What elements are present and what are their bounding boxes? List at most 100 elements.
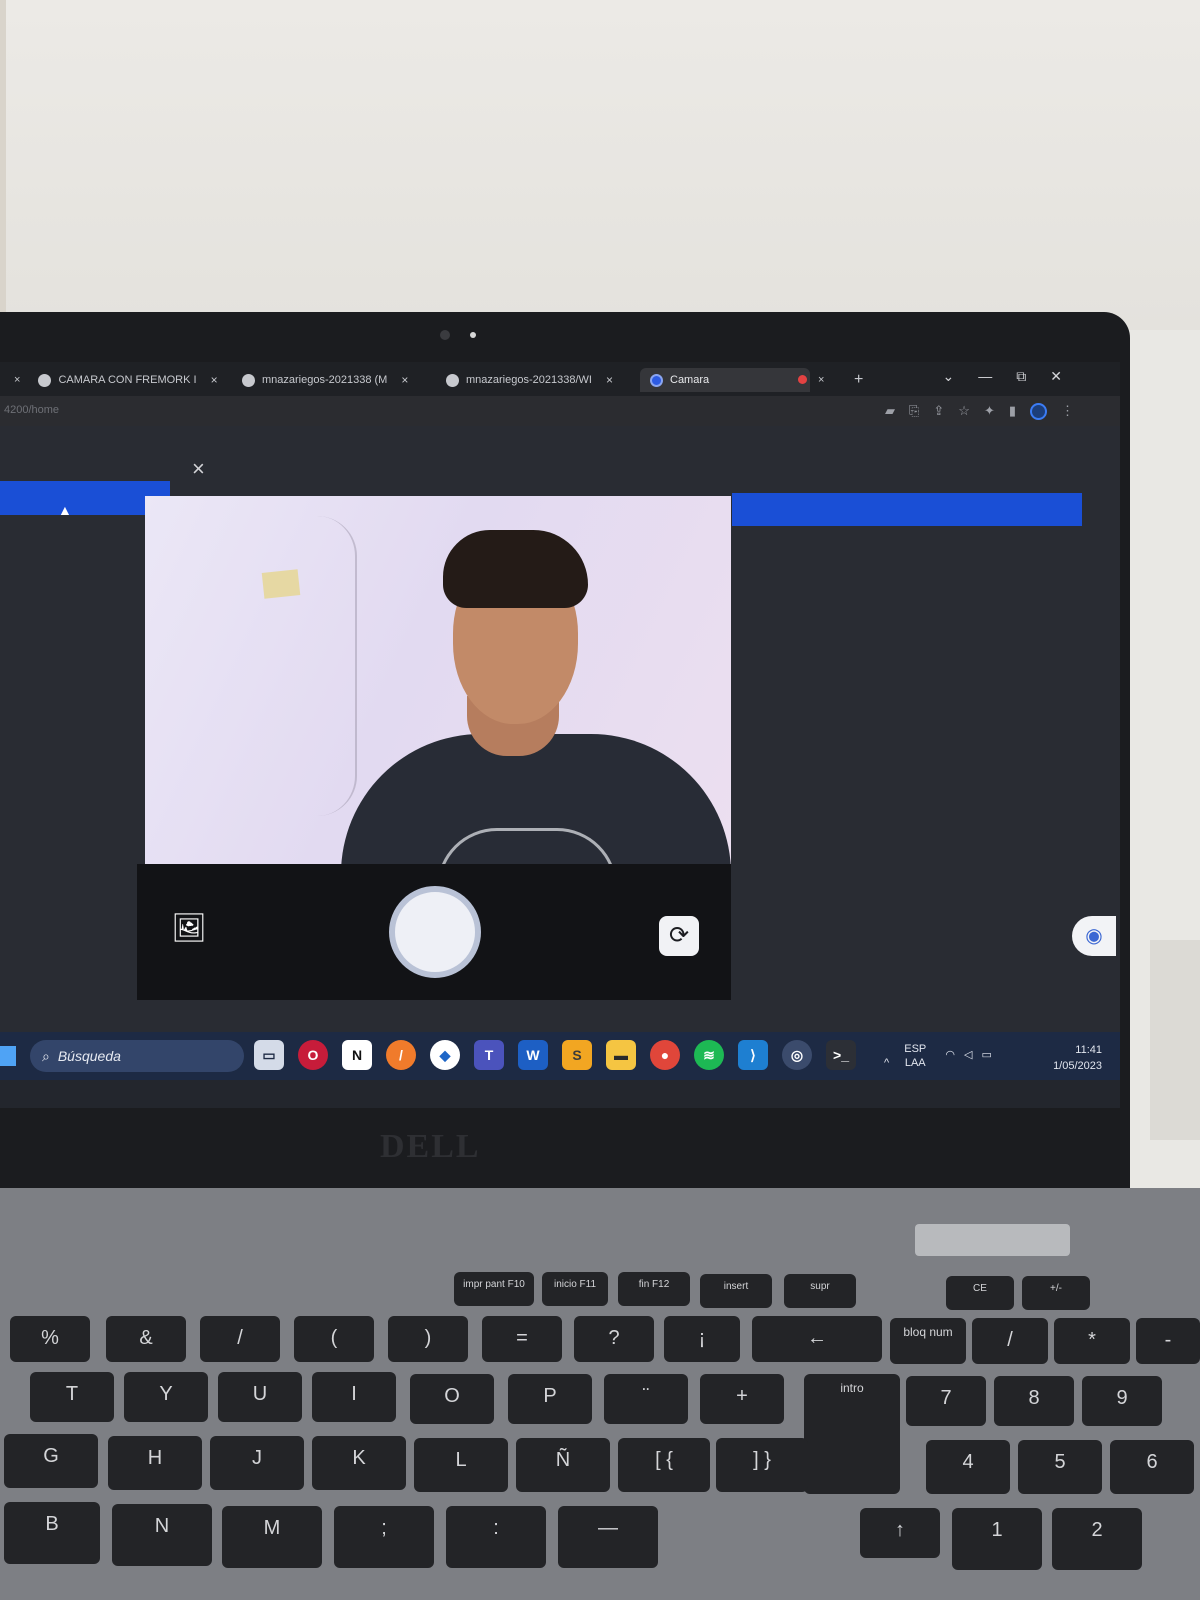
restore-icon[interactable]: ⧉ (1016, 368, 1026, 385)
translate-icon[interactable]: ⎘ (909, 403, 919, 420)
sublime-text-icon[interactable]: S (562, 1040, 592, 1070)
taskbar-clock[interactable]: 11:41 1/05/2023 (1034, 1042, 1102, 1074)
key[interactable]: 5 (1018, 1440, 1102, 1494)
key[interactable]: 8 (994, 1376, 1074, 1426)
file-explorer-icon[interactable]: ▬ (606, 1040, 636, 1070)
key[interactable]: K (312, 1436, 406, 1490)
brush-icon[interactable]: / (386, 1040, 416, 1070)
key[interactable]: CE (946, 1276, 1014, 1310)
key[interactable]: ( (294, 1316, 374, 1362)
key[interactable]: 4 (926, 1440, 1010, 1494)
key[interactable]: P (508, 1374, 592, 1424)
tab-github-1[interactable]: mnazariegos-2021338 (M × (242, 368, 408, 392)
enter-key[interactable]: intro (804, 1374, 900, 1494)
key[interactable]: : (446, 1506, 546, 1568)
terminal-icon[interactable]: >_ (826, 1040, 856, 1070)
spotify-icon[interactable]: ≋ (694, 1040, 724, 1070)
close-icon[interactable]: × (14, 374, 20, 386)
battery-icon[interactable]: ▭ (982, 1048, 992, 1062)
key[interactable]: + (700, 1374, 784, 1424)
key[interactable]: B (4, 1502, 100, 1564)
key[interactable]: = (482, 1316, 562, 1362)
opera-icon[interactable]: O (298, 1040, 328, 1070)
gallery-icon[interactable]: 🖼 (169, 910, 209, 946)
key[interactable]: [ { (618, 1438, 710, 1492)
task-view-icon[interactable]: ▭ (254, 1040, 284, 1070)
key[interactable]: J (210, 1436, 304, 1490)
key[interactable]: — (558, 1506, 658, 1568)
chevron-up-icon[interactable]: ^ (884, 1057, 889, 1069)
key[interactable]: ? (574, 1316, 654, 1362)
drop-icon[interactable]: ◆ (430, 1040, 460, 1070)
key[interactable]: * (1054, 1318, 1130, 1364)
key[interactable]: L (414, 1438, 508, 1492)
key[interactable]: 9 (1082, 1376, 1162, 1426)
key[interactable]: ¨ (604, 1374, 688, 1424)
key[interactable]: supr (784, 1274, 856, 1308)
key[interactable]: I (312, 1372, 396, 1422)
close-icon[interactable]: × (818, 368, 824, 392)
tab-camara[interactable]: Camara (640, 368, 810, 392)
tab-github-2[interactable]: mnazariegos-2021338/WI × (446, 368, 613, 392)
close-icon[interactable]: × (606, 373, 613, 387)
url-text[interactable]: 4200/home (4, 404, 59, 416)
key[interactable]: ; (334, 1506, 434, 1568)
key[interactable]: 2 (1052, 1508, 1142, 1570)
volume-icon[interactable]: ◁ (964, 1048, 972, 1062)
key[interactable]: G (4, 1434, 98, 1488)
wifi-icon[interactable]: ◠ (945, 1048, 955, 1062)
shutter-button[interactable] (389, 886, 481, 978)
new-tab-button[interactable]: + (854, 368, 863, 392)
key[interactable]: O (410, 1374, 494, 1424)
key[interactable]: Ñ (516, 1438, 610, 1492)
vscode-icon[interactable]: ⟩ (738, 1040, 768, 1070)
key[interactable]: +/- (1022, 1276, 1090, 1310)
close-window-icon[interactable]: ✕ (1050, 368, 1062, 385)
key[interactable]: 7 (906, 1376, 986, 1426)
key[interactable]: 1 (952, 1508, 1042, 1570)
close-icon[interactable]: × (211, 373, 218, 387)
minimize-icon[interactable]: — (978, 368, 992, 385)
sidepanel-icon[interactable]: ▮ (1009, 403, 1016, 420)
key[interactable]: % (10, 1316, 90, 1362)
key[interactable]: ) (388, 1316, 468, 1362)
key[interactable]: & (106, 1316, 186, 1362)
camera-close-button[interactable]: × (192, 456, 205, 482)
share-icon[interactable]: ⇪ (933, 403, 944, 420)
key[interactable]: H (108, 1436, 202, 1490)
key[interactable]: - (1136, 1318, 1200, 1364)
chevron-down-icon[interactable]: ⌄ (943, 368, 955, 385)
numlock-key[interactable]: bloq num (890, 1318, 966, 1364)
key[interactable]: 6 (1110, 1440, 1194, 1494)
key[interactable]: M (222, 1506, 322, 1568)
switch-camera-icon[interactable]: ⟳ (659, 916, 699, 956)
chrome-icon[interactable]: ● (650, 1040, 680, 1070)
backspace-key[interactable]: ← (752, 1316, 882, 1362)
key[interactable]: ] } (716, 1438, 808, 1492)
camera-icon[interactable]: ▰ (885, 403, 895, 420)
key[interactable]: N (112, 1504, 212, 1566)
menu-icon[interactable]: ⋮ (1061, 403, 1074, 420)
star-icon[interactable]: ☆ (958, 403, 970, 420)
chrome-dev-icon[interactable]: ◎ (782, 1040, 812, 1070)
profile-avatar[interactable] (1030, 403, 1047, 420)
extensions-icon[interactable]: ✦ (984, 403, 995, 420)
windows-start-icon[interactable] (0, 1046, 16, 1066)
tab-camara-fremork[interactable]: × CAMARA CON FREMORK I × (14, 368, 218, 392)
taskbar-search[interactable]: ⌕ Búsqueda (30, 1040, 244, 1072)
close-icon[interactable]: × (401, 373, 408, 387)
key[interactable]: inicio F11 (542, 1272, 608, 1306)
teams-icon[interactable]: T (474, 1040, 504, 1070)
key[interactable]: fin F12 (618, 1272, 690, 1306)
key[interactable]: / (200, 1316, 280, 1362)
assistant-bubble-icon[interactable]: ◉ (1072, 916, 1116, 956)
key[interactable]: impr pant F10 (454, 1272, 534, 1306)
key[interactable]: ¡ (664, 1316, 740, 1362)
key[interactable]: / (972, 1318, 1048, 1364)
language-indicator[interactable]: ESP LAA (904, 1042, 926, 1070)
arrow-up-key[interactable]: ↑ (860, 1508, 940, 1558)
key[interactable]: Y (124, 1372, 208, 1422)
key[interactable]: T (30, 1372, 114, 1422)
key[interactable]: insert (700, 1274, 772, 1308)
key[interactable]: U (218, 1372, 302, 1422)
